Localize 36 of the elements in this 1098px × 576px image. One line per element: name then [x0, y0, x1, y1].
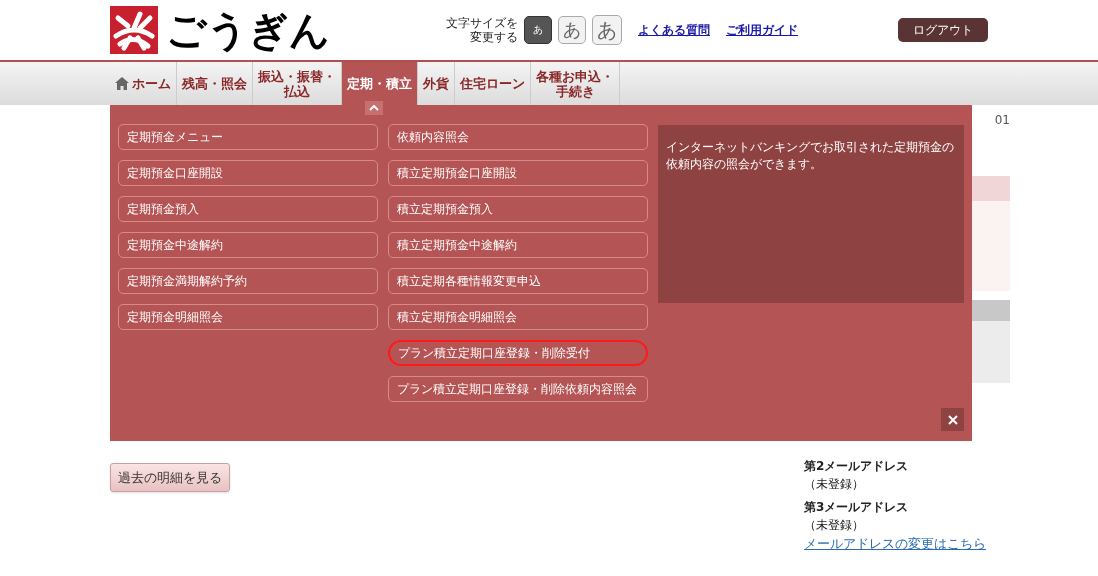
- help-link[interactable]: ご利用ガイド: [726, 21, 798, 39]
- logout-button[interactable]: ログアウト: [898, 18, 988, 42]
- nav-tab[interactable]: 定期・積立: [342, 62, 418, 105]
- menu-item[interactable]: 積立定期預金中途解約: [388, 232, 648, 258]
- menu-item[interactable]: 定期預金口座開設: [118, 160, 378, 186]
- description-panel: インターネットバンキングでお取引された定期預金の依頼内容の照会ができます。: [658, 125, 964, 303]
- menu-item[interactable]: プラン積立定期口座登録・削除受付: [388, 340, 648, 366]
- collapse-icon[interactable]: [365, 101, 383, 115]
- logo-icon: [110, 6, 158, 54]
- menu-item[interactable]: 定期預金明細照会: [118, 304, 378, 330]
- help-link[interactable]: よくある質問: [638, 21, 710, 39]
- email-value: （未登録）: [804, 517, 865, 534]
- font-size-label: 文字サイズを 変更する: [446, 16, 518, 44]
- menu-item[interactable]: 定期預金預入: [118, 196, 378, 222]
- font-size-button[interactable]: あ: [524, 16, 552, 44]
- menu-item[interactable]: 定期預金メニュー: [118, 124, 378, 150]
- history-button[interactable]: 過去の明細を見る: [110, 463, 230, 492]
- home-icon: [115, 77, 129, 90]
- close-button[interactable]: [941, 408, 964, 431]
- font-size-button[interactable]: あ: [592, 15, 622, 45]
- close-icon: [947, 414, 958, 425]
- email-value: （未登録）: [804, 476, 865, 493]
- menu-item[interactable]: プラン積立定期口座登録・削除依頼内容照会: [388, 376, 648, 402]
- partial-text: 01: [994, 112, 1010, 129]
- menu-item[interactable]: 定期預金満期解約予約: [118, 268, 378, 294]
- menu-item[interactable]: 積立定期預金口座開設: [388, 160, 648, 186]
- email-change-link[interactable]: メールアドレスの変更はこちら: [804, 534, 1010, 554]
- menu-item[interactable]: 依頼内容照会: [388, 124, 648, 150]
- logo-text: ごうぎん: [166, 10, 330, 50]
- email-heading: 第2メールアドレス: [804, 458, 910, 475]
- menu-item[interactable]: 積立定期預金預入: [388, 196, 648, 222]
- email-heading: 第3メールアドレス: [804, 499, 910, 516]
- menu-item[interactable]: 積立定期預金明細照会: [388, 304, 648, 330]
- font-size-button[interactable]: あ: [558, 16, 586, 44]
- menu-item[interactable]: 定期預金中途解約: [118, 232, 378, 258]
- menu-item[interactable]: 積立定期各種情報変更申込: [388, 268, 648, 294]
